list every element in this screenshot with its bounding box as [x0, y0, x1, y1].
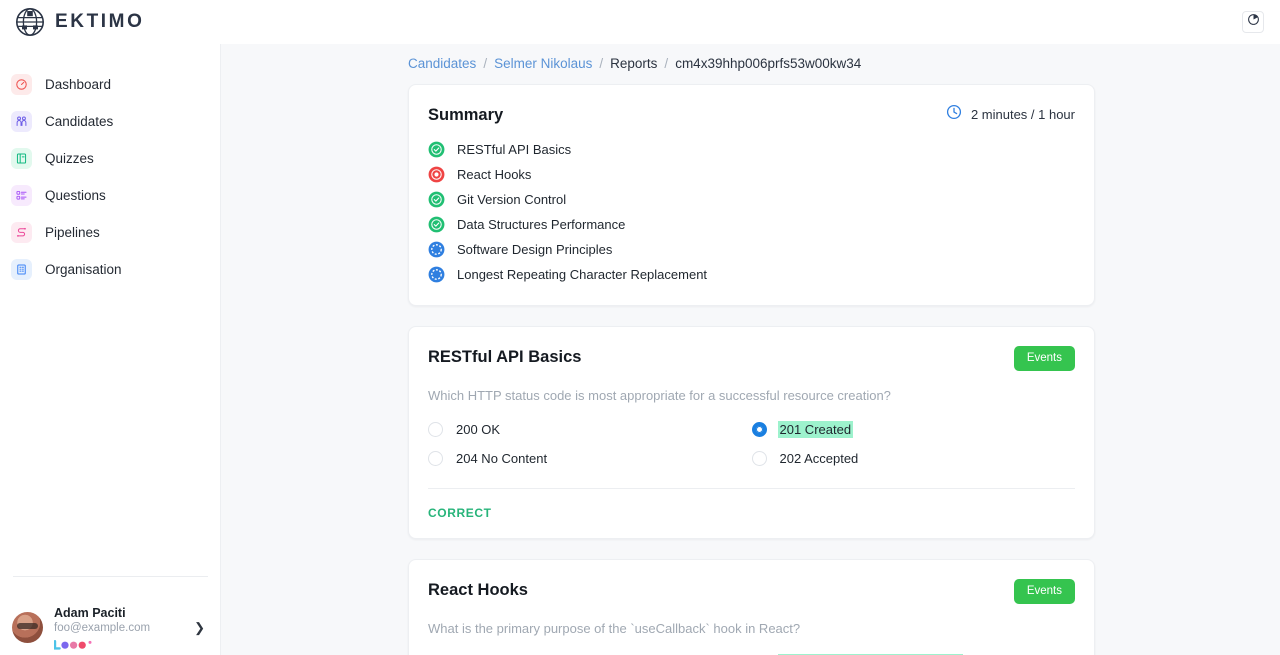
list-check-icon [11, 185, 32, 206]
summary-header: Summary 2 minutes / 1 hour [428, 104, 1075, 126]
company-logo-icon [54, 638, 183, 649]
breadcrumb-item-candidate-name[interactable]: Selmer Nikolaus [494, 56, 592, 71]
scroll-area[interactable]: Candidates / Selmer Nikolaus / Reports /… [221, 44, 1280, 655]
summary-duration-text: 2 minutes / 1 hour [971, 107, 1075, 122]
sidebar-item-organisation[interactable]: Organisation [0, 251, 220, 288]
sidebar-item-label: Dashboard [45, 77, 111, 92]
flow-icon [11, 222, 32, 243]
main-content: Candidates / Selmer Nikolaus / Reports /… [221, 0, 1280, 655]
theme-toggle-button[interactable] [1242, 11, 1264, 33]
question-header: RESTful API Basics Events [428, 346, 1075, 371]
people-icon [11, 111, 32, 132]
app-root: EKTIMO Dashboard [0, 0, 1280, 655]
summary-duration: 2 minutes / 1 hour [946, 104, 1075, 125]
breadcrumb-item-reports[interactable]: Reports [610, 56, 657, 71]
question-prompt: What is the primary purpose of the `useC… [428, 621, 1075, 636]
summary-item-label: React Hooks [457, 167, 531, 182]
sidebar-item-label: Questions [45, 188, 106, 203]
verdict-label: CORRECT [428, 506, 1075, 520]
status-pending-icon [428, 266, 445, 283]
question-header: React Hooks Events [428, 579, 1075, 604]
status-incorrect-icon [428, 166, 445, 183]
breadcrumb-item-candidates[interactable]: Candidates [408, 56, 476, 71]
contrast-circle-icon [1247, 13, 1260, 31]
sidebar-item-label: Candidates [45, 114, 113, 129]
list-item[interactable]: RESTful API Basics [428, 137, 1075, 162]
chevron-right-icon[interactable]: ❯ [194, 620, 209, 636]
summary-card: Summary 2 minutes / 1 hour [408, 84, 1095, 306]
user-profile-card[interactable]: Adam Paciti foo@example.com ❯ [0, 606, 221, 649]
question-prompt: Which HTTP status code is most appropria… [428, 388, 1075, 403]
answer-label: 202 Accepted [778, 450, 861, 467]
summary-list: RESTful API Basics React Hooks [428, 137, 1075, 287]
breadcrumb: Candidates / Selmer Nikolaus / Reports /… [221, 44, 1280, 84]
sidebar-item-pipelines[interactable]: Pipelines [0, 214, 220, 251]
radio-button[interactable] [428, 451, 443, 466]
summary-title: Summary [428, 104, 503, 126]
list-item[interactable]: React Hooks [428, 162, 1075, 187]
brand-name: EKTIMO [55, 11, 145, 33]
radio-button[interactable] [752, 451, 767, 466]
list-item[interactable]: Longest Repeating Character Replacement [428, 262, 1075, 287]
breadcrumb-item-report-id: cm4x39hhp006prfs53w00kw34 [675, 56, 861, 71]
question-card: RESTful API Basics Events Which HTTP sta… [408, 326, 1095, 539]
sidebar-item-candidates[interactable]: Candidates [0, 103, 220, 140]
status-correct-icon [428, 216, 445, 233]
building-icon [11, 259, 32, 280]
answer-option[interactable]: 201 Created [752, 421, 1076, 438]
answer-label: 201 Created [778, 421, 854, 438]
answer-option[interactable]: 204 No Content [428, 450, 752, 467]
sidebar-item-label: Organisation [45, 262, 122, 277]
clock-icon [946, 104, 962, 125]
sidebar-item-quizzes[interactable]: Quizzes [0, 140, 220, 177]
list-item[interactable]: Software Design Principles [428, 237, 1075, 262]
user-name: Adam Paciti [54, 606, 183, 621]
question-title: React Hooks [428, 579, 528, 601]
question-title: RESTful API Basics [428, 346, 581, 368]
events-button[interactable]: Events [1014, 579, 1075, 604]
book-icon [11, 148, 32, 169]
sidebar-divider [13, 576, 208, 577]
answer-label: 200 OK [454, 421, 502, 438]
sidebar-item-label: Pipelines [45, 225, 100, 240]
sidebar: Dashboard Candidates [0, 0, 221, 655]
summary-item-label: Longest Repeating Character Replacement [457, 267, 707, 282]
user-email: foo@example.com [54, 621, 183, 636]
answer-option[interactable]: 200 OK [428, 421, 752, 438]
sidebar-item-label: Quizzes [45, 151, 94, 166]
summary-item-label: Data Structures Performance [457, 217, 625, 232]
user-meta: Adam Paciti foo@example.com [54, 606, 183, 649]
gauge-icon [11, 74, 32, 95]
sidebar-item-dashboard[interactable]: Dashboard [0, 66, 220, 103]
breadcrumb-separator: / [599, 56, 603, 71]
radio-button[interactable] [428, 422, 443, 437]
breadcrumb-separator: / [483, 56, 487, 71]
answer-option[interactable]: 202 Accepted [752, 450, 1076, 467]
divider [428, 488, 1075, 489]
avatar [12, 612, 43, 643]
answer-options: 200 OK 201 Created 204 No Content 202 Ac… [428, 421, 1075, 467]
summary-item-label: Git Version Control [457, 192, 566, 207]
breadcrumb-separator: / [664, 56, 668, 71]
question-card: React Hooks Events What is the primary p… [408, 559, 1095, 655]
status-correct-icon [428, 141, 445, 158]
list-item[interactable]: Git Version Control [428, 187, 1075, 212]
sidebar-nav: Dashboard Candidates [0, 44, 220, 288]
status-pending-icon [428, 241, 445, 258]
events-button[interactable]: Events [1014, 346, 1075, 371]
answer-label: 204 No Content [454, 450, 549, 467]
status-correct-icon [428, 191, 445, 208]
top-bar: EKTIMO [0, 0, 1280, 44]
summary-item-label: RESTful API Basics [457, 142, 571, 157]
brand: EKTIMO [0, 6, 145, 38]
summary-item-label: Software Design Principles [457, 242, 612, 257]
sidebar-item-questions[interactable]: Questions [0, 177, 220, 214]
list-item[interactable]: Data Structures Performance [428, 212, 1075, 237]
ektimo-globe-logo-icon [14, 6, 46, 38]
radio-button-selected[interactable] [752, 422, 767, 437]
